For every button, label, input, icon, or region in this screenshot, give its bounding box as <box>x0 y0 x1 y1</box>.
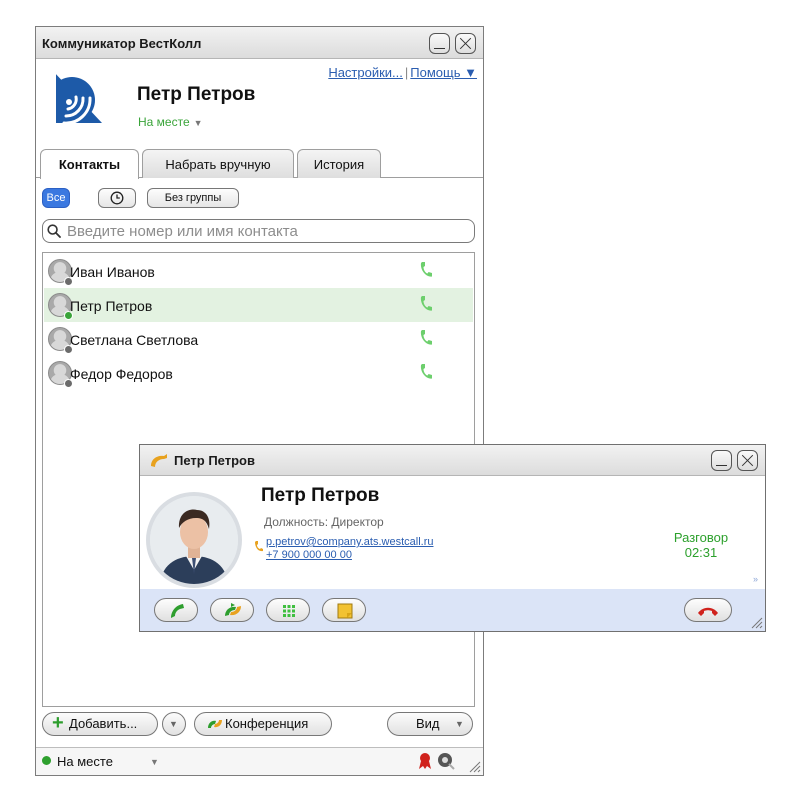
call-state: Разговор 02:31 <box>661 530 741 560</box>
phone-icon[interactable] <box>419 363 433 380</box>
minimize-button[interactable] <box>429 33 450 54</box>
contact-name: Иван Иванов <box>70 264 155 280</box>
status-bar-label[interactable]: На месте <box>57 754 113 769</box>
dialpad-button[interactable] <box>266 598 310 622</box>
phone-icon[interactable] <box>419 329 433 346</box>
chevron-down-icon: ▼ <box>193 118 203 128</box>
caller-position: Должность: Директор <box>264 515 384 529</box>
transfer-icon <box>225 603 241 616</box>
close-button[interactable] <box>455 33 476 54</box>
answer-button[interactable] <box>154 598 198 622</box>
chevron-down-icon: ▼ <box>455 719 464 729</box>
contact-row[interactable]: Иван Иванов <box>44 254 473 288</box>
communicator-window: Коммуникатор ВестКолл Настройки... | Помощ… <box>35 26 484 776</box>
call-toolbar <box>140 589 765 631</box>
conference-icon <box>208 720 222 728</box>
minimize-button[interactable] <box>711 450 732 471</box>
conference-button[interactable]: Конференция <box>194 712 332 736</box>
call-titlebar[interactable]: Петр Петров <box>140 445 765 476</box>
tab-bar: Контакты Набрать вручную История <box>36 149 483 179</box>
clock-icon <box>110 191 124 205</box>
view-label: Вид <box>416 716 440 731</box>
filter-recent[interactable] <box>98 188 136 208</box>
contact-name: Светлана Светлова <box>70 332 199 348</box>
caller-name: Петр Петров <box>261 485 380 506</box>
add-options-dropdown[interactable]: ▼ <box>162 712 186 736</box>
user-status-label: На месте <box>138 115 190 129</box>
filter-no-group[interactable]: Без группы <box>147 188 239 208</box>
search-input[interactable] <box>65 222 465 240</box>
contact-search[interactable] <box>42 219 475 243</box>
chevron-down-icon[interactable]: ▼ <box>150 757 159 767</box>
status-bar: На месте ▼ <box>36 747 483 775</box>
caller-phone-link[interactable]: +7 900 000 00 00 <box>266 549 352 561</box>
search-icon <box>47 224 61 238</box>
presence-online-icon <box>42 756 51 765</box>
westcall-logo-icon <box>50 67 102 127</box>
phone-icon[interactable] <box>419 295 433 312</box>
expand-chevron-icon[interactable]: » <box>753 574 758 584</box>
handset-icon <box>151 454 167 467</box>
call-window: Петр Петров Петр Петров Должность: Дирек… <box>139 444 766 632</box>
phone-icon <box>255 541 263 552</box>
network-status-icon[interactable] <box>437 752 455 770</box>
hangup-icon <box>698 607 718 616</box>
tab-history[interactable]: История <box>297 149 381 178</box>
person-photo-icon <box>150 496 238 584</box>
dialpad-icon <box>283 605 295 617</box>
contact-row[interactable]: Светлана Светлова <box>44 322 473 356</box>
contact-name: Федор Федоров <box>70 366 173 382</box>
plus-icon: + <box>52 712 64 734</box>
close-button[interactable] <box>737 450 758 471</box>
chevron-down-icon: ▼ <box>169 719 178 729</box>
caller-email-link[interactable]: p.petrov@company.ats.westcall.ru <box>266 536 433 548</box>
user-name: Петр Петров <box>137 84 256 105</box>
hangup-button[interactable] <box>684 598 732 622</box>
contact-photo <box>146 492 242 588</box>
transfer-button[interactable] <box>210 598 254 622</box>
conference-label: Конференция <box>225 716 309 731</box>
header-links: Настройки... | Помощь ▼ <box>328 65 477 80</box>
add-contact-button[interactable]: + Добавить... <box>42 712 158 736</box>
contact-name: Петр Петров <box>70 298 153 314</box>
add-contact-label: Добавить... <box>69 716 138 731</box>
settings-link[interactable]: Настройки... <box>328 65 403 80</box>
window-title: Коммуникатор ВестКолл <box>42 36 202 51</box>
view-button[interactable]: Вид ▼ <box>387 712 473 736</box>
user-status-selector[interactable]: На месте ▼ <box>138 115 203 129</box>
call-duration: 02:31 <box>684 545 718 560</box>
phone-icon[interactable] <box>419 261 433 278</box>
resize-grip-icon[interactable] <box>749 615 763 629</box>
help-link[interactable]: Помощь ▼ <box>410 65 477 80</box>
links-separator: | <box>404 65 409 80</box>
resize-grip-icon[interactable] <box>467 759 481 773</box>
tab-manual-dial[interactable]: Набрать вручную <box>142 149 294 178</box>
main-titlebar[interactable]: Коммуникатор ВестКолл <box>36 27 483 59</box>
note-icon <box>337 603 353 619</box>
contact-row[interactable]: Петр Петров <box>44 288 473 322</box>
tab-contacts[interactable]: Контакты <box>40 149 139 179</box>
ribbon-icon[interactable] <box>417 752 433 770</box>
contact-row[interactable]: Федор Федоров <box>44 356 473 390</box>
call-state-label: Разговор <box>673 530 729 545</box>
filter-all[interactable]: Все <box>42 188 70 208</box>
notes-button[interactable] <box>322 598 366 622</box>
call-window-title: Петр Петров <box>174 453 255 468</box>
phone-icon <box>171 604 184 618</box>
